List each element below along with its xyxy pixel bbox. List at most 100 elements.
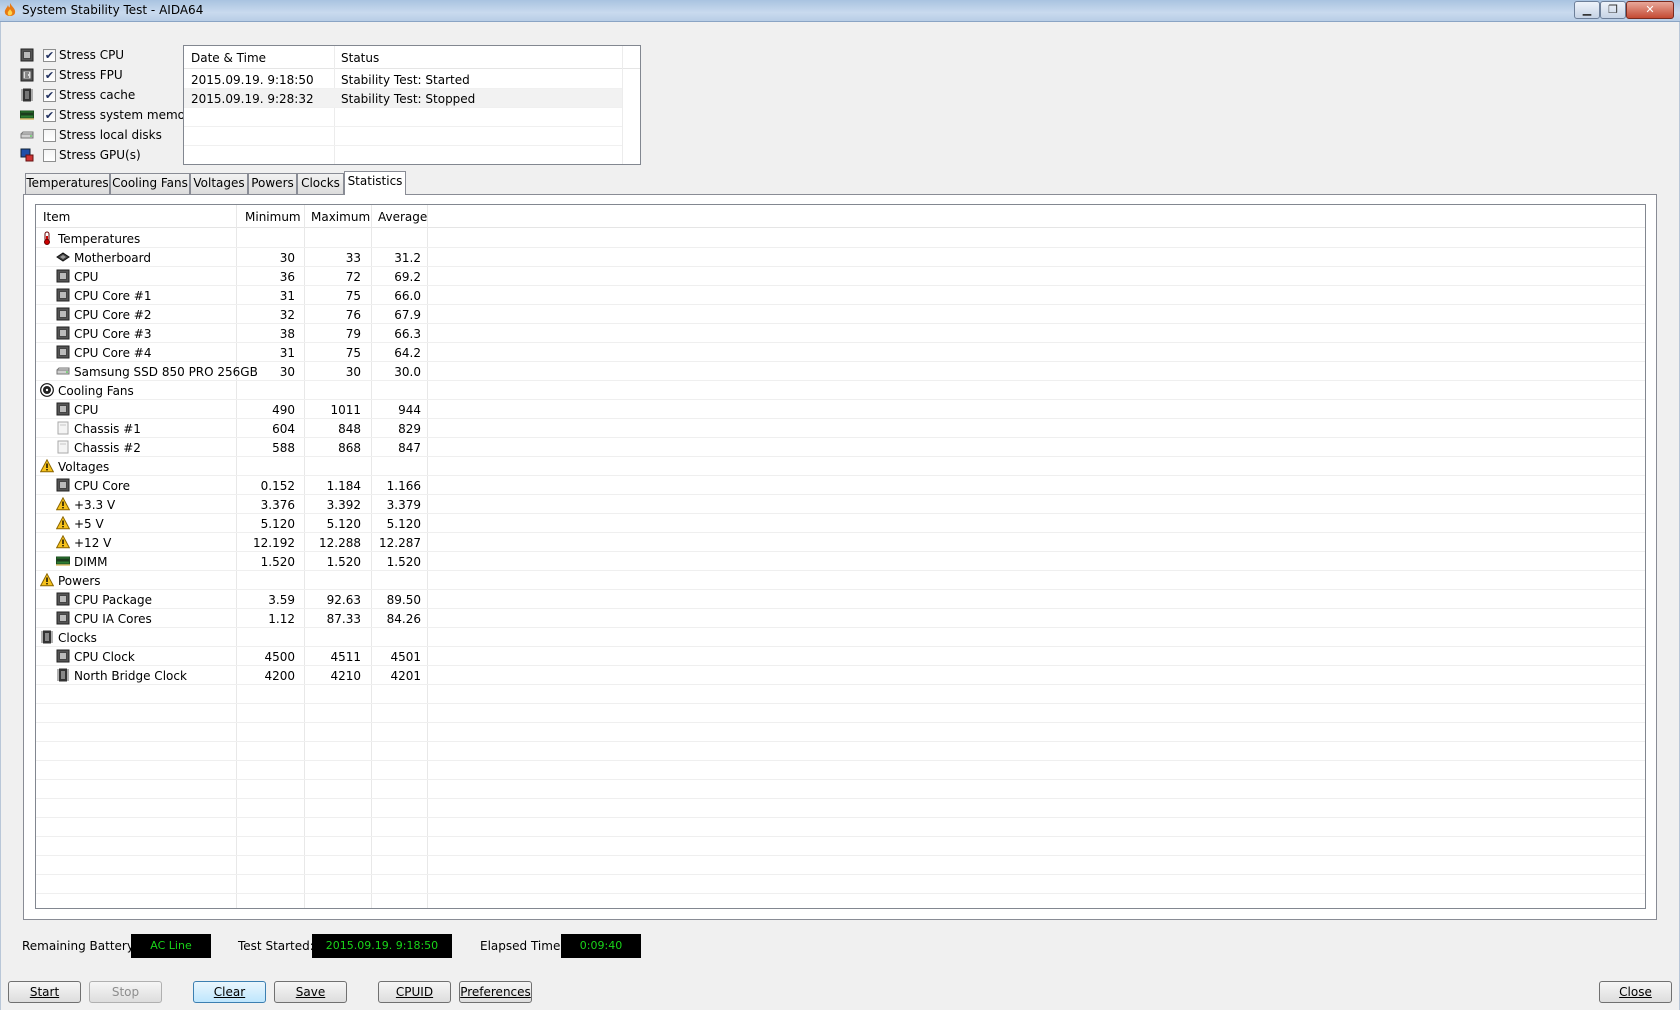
hard-disk-icon [20, 128, 35, 142]
start-button[interactable]: Start [8, 981, 81, 1003]
table-row[interactable]: CPU IA Cores 1.12 87.33 84.26 [36, 609, 1645, 628]
table-row[interactable]: CPU Core 0.152 1.184 1.166 [36, 476, 1645, 495]
stress-option[interactable]: ✔ Stress cache [20, 87, 190, 105]
stress-option[interactable]: ✔ Stress CPU [20, 47, 190, 65]
tab-temperatures[interactable]: Temperatures [25, 173, 110, 194]
table-row[interactable]: North Bridge Clock 4200 4210 4201 [36, 666, 1645, 685]
warning-icon [39, 572, 55, 587]
log-column-status[interactable]: Status [341, 51, 379, 65]
stress-checkbox[interactable]: ✔ [43, 69, 56, 82]
tab-cooling-fans[interactable]: Cooling Fans [110, 173, 190, 194]
row-grid-line [36, 532, 1645, 533]
log-row[interactable]: 2015.09.19. 9:28:32 Stability Test: Stop… [184, 89, 622, 108]
log-status: Stability Test: Stopped [341, 92, 476, 106]
table-row[interactable]: CPU 36 72 69.2 [36, 267, 1645, 286]
stats-group-row[interactable]: Temperatures [36, 229, 1645, 248]
table-row[interactable]: CPU Core #4 31 75 64.2 [36, 343, 1645, 362]
table-row[interactable]: +3.3 V 3.376 3.392 3.379 [36, 495, 1645, 514]
log-column-datetime[interactable]: Date & Time [191, 51, 266, 65]
table-row[interactable]: Motherboard 30 33 31.2 [36, 248, 1645, 267]
stress-checkbox[interactable] [43, 129, 56, 142]
stats-avg-value: 944 [398, 403, 421, 417]
title-bar[interactable]: System Stability Test - AIDA64 ▁ ❐ ✕ [0, 0, 1680, 22]
stats-column-minimum[interactable]: Minimum [245, 210, 301, 224]
table-row[interactable]: CPU Core #3 38 79 66.3 [36, 324, 1645, 343]
row-grid-line [36, 418, 1645, 419]
memory-module-icon [56, 554, 70, 568]
stress-checkbox[interactable]: ✔ [43, 109, 56, 122]
stats-min-value: 12.192 [253, 536, 295, 550]
row-grid-line [36, 836, 1645, 837]
stats-max-value: 4210 [330, 669, 361, 683]
tab-statistics[interactable]: Statistics [344, 171, 406, 195]
table-row[interactable]: CPU Clock 4500 4511 4501 [36, 647, 1645, 666]
stress-checkbox[interactable]: ✔ [43, 89, 56, 102]
table-row[interactable]: +5 V 5.120 5.120 5.120 [36, 514, 1645, 533]
stats-max-value: 1.520 [326, 555, 361, 569]
tab-voltages[interactable]: Voltages [190, 173, 248, 194]
stats-min-value: 5.120 [260, 517, 295, 531]
stats-column-maximum[interactable]: Maximum [311, 210, 370, 224]
stats-item-name: CPU [74, 270, 99, 284]
maximize-button[interactable]: ❐ [1600, 1, 1626, 19]
row-grid-line [36, 551, 1645, 552]
close-button[interactable]: Close [1599, 981, 1672, 1003]
row-grid-line [36, 798, 1645, 799]
stats-item-name: CPU [74, 403, 99, 417]
table-row[interactable]: Samsung SSD 850 PRO 256GB 30 30 30.0 [36, 362, 1645, 381]
log-row[interactable]: 2015.09.19. 9:18:50 Stability Test: Star… [184, 70, 622, 89]
stop-button[interactable]: Stop [89, 981, 162, 1003]
stress-option[interactable]: Stress local disks [20, 127, 190, 145]
memory-module-icon [20, 108, 35, 122]
save-button[interactable]: Save [274, 981, 347, 1003]
stats-group-row[interactable]: Clocks [36, 628, 1645, 647]
stress-option[interactable]: ✔ Stress system memory [20, 107, 197, 125]
stats-min-value: 30 [279, 251, 295, 265]
start-button-label: Start [29, 985, 60, 999]
row-grid-line [36, 874, 1645, 875]
stats-max-value: 75 [345, 289, 361, 303]
table-row[interactable]: DIMM 1.520 1.520 1.520 [36, 552, 1645, 571]
stats-group-row[interactable]: Voltages [36, 457, 1645, 476]
stress-option-label: Stress local disks [59, 128, 162, 142]
stress-checkbox[interactable]: ✔ [43, 49, 56, 62]
row-grid-line [36, 893, 1645, 894]
stats-column-item[interactable]: Item [43, 210, 70, 224]
table-row[interactable]: CPU Core #1 31 75 66.0 [36, 286, 1645, 305]
event-log-table[interactable]: Date & Time Status 2015.09.19. 9:18:50 S… [183, 45, 641, 165]
stress-option[interactable]: ✔ Stress FPU [20, 67, 190, 85]
table-row[interactable]: Chassis #1 604 848 829 [36, 419, 1645, 438]
stress-checkbox[interactable] [43, 149, 56, 162]
test-started-label: Test Started: [238, 939, 314, 953]
preferences-button[interactable]: Preferences [459, 981, 532, 1003]
stats-item-name: Powers [58, 574, 101, 588]
table-row[interactable]: +12 V 12.192 12.288 12.287 [36, 533, 1645, 552]
stats-group-row[interactable]: Powers [36, 571, 1645, 590]
row-grid-line [36, 285, 1645, 286]
close-window-button[interactable]: ✕ [1626, 1, 1674, 19]
minimize-button[interactable]: ▁ [1574, 1, 1600, 19]
table-row[interactable]: CPU 490 1011 944 [36, 400, 1645, 419]
stats-avg-value: 829 [398, 422, 421, 436]
cpu-chip-icon [56, 611, 70, 625]
stats-max-value: 5.120 [326, 517, 361, 531]
stress-option[interactable]: Stress GPU(s) [20, 147, 190, 165]
stats-column-average[interactable]: Average [378, 210, 427, 224]
stats-min-value: 36 [279, 270, 295, 284]
stats-min-value: 38 [279, 327, 295, 341]
statistics-table[interactable]: Item Minimum Maximum Average Temperature… [35, 204, 1646, 909]
fpu-chip-icon [20, 68, 35, 82]
tab-powers[interactable]: Powers [248, 173, 297, 194]
cpu-chip-icon [56, 592, 70, 606]
stats-item-name: Clocks [58, 631, 97, 645]
cpuid-button[interactable]: CPUID [378, 981, 451, 1003]
stats-max-value: 72 [345, 270, 361, 284]
table-row[interactable]: Chassis #2 588 868 847 [36, 438, 1645, 457]
clear-button[interactable]: Clear [193, 981, 266, 1003]
stats-group-row[interactable]: Cooling Fans [36, 381, 1645, 400]
tab-clocks[interactable]: Clocks [297, 173, 344, 194]
table-row[interactable]: CPU Package 3.59 92.63 89.50 [36, 590, 1645, 609]
table-row[interactable]: CPU Core #2 32 76 67.9 [36, 305, 1645, 324]
stats-item-name: CPU Core [74, 479, 130, 493]
log-row-empty [184, 127, 622, 146]
